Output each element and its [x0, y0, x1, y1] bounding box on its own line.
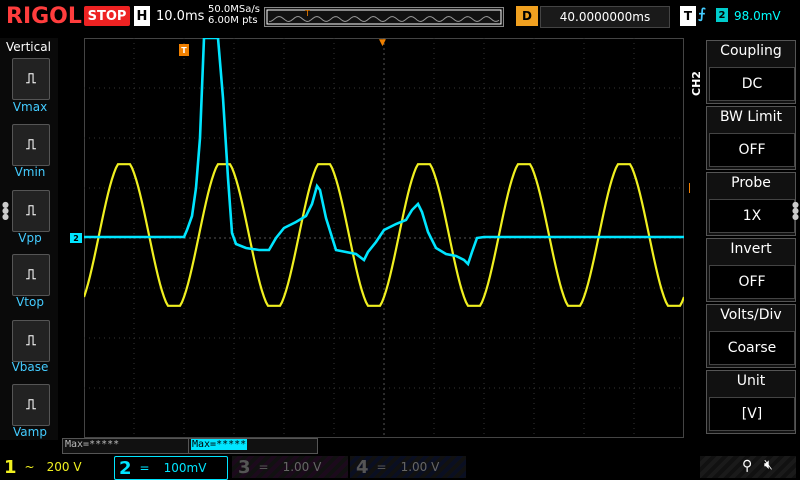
probe-title: Probe [731, 175, 771, 191]
vamp-button[interactable]: ⎍ [12, 384, 50, 426]
timebase-value[interactable]: 10.0ms [156, 9, 204, 24]
ch3-coupling-icon: = [258, 460, 269, 474]
volts-div-menu-item[interactable]: Volts/Div Coarse [706, 304, 796, 368]
rigol-logo: RIGOL [6, 4, 82, 29]
waveform-grid [84, 38, 684, 438]
unit-value: [V] [709, 397, 795, 431]
ch3-status[interactable]: 3 = 1.00 V [232, 456, 348, 478]
center-marker-icon: ▼ [379, 38, 386, 48]
delay-value[interactable]: 40.0000000ms [540, 6, 670, 28]
vmin-label: Vmin [14, 165, 46, 179]
vpp-icon: ⎍ [26, 203, 36, 219]
vbase-button[interactable]: ⎍ [12, 320, 50, 362]
unit-menu-item[interactable]: Unit ◀ [V] [706, 370, 796, 434]
coupling-menu-item[interactable]: Coupling ◀ DC [706, 40, 796, 104]
ac-coupling-icon: ~ [24, 460, 35, 474]
ch2-ground-marker[interactable]: 2 [70, 233, 82, 243]
ch2-number: 2 [119, 457, 132, 479]
timebase-label: H [134, 6, 150, 26]
dc-coupling-icon: = [139, 461, 150, 475]
trigger-source-badge[interactable]: 2 [716, 8, 728, 22]
bw-limit-menu-item[interactable]: BW Limit OFF [706, 106, 796, 170]
vpp-button[interactable]: ⎍ [12, 190, 50, 232]
measurement-result-2-text: Max=***** [191, 439, 248, 450]
unit-title: Unit [736, 373, 766, 389]
vmin-button[interactable]: ⎍ [12, 124, 50, 166]
ch4-number: 4 [356, 456, 369, 478]
measure-panel-title: Vertical [6, 40, 51, 54]
right-page-dots-icon: ● ● ● [792, 200, 799, 221]
sample-rate: 50.0MSa/s [208, 4, 260, 15]
volts-div-title: Volts/Div [720, 307, 782, 323]
ch2-status[interactable]: 2 = 100mV [114, 456, 228, 480]
delay-label: D [516, 6, 538, 26]
channel-menu-tag: CH2 [690, 71, 703, 96]
memory-waveform-icon: T [266, 9, 502, 25]
invert-menu-item[interactable]: Invert OFF [706, 238, 796, 302]
ch1-number: 1 [4, 456, 17, 478]
memory-overview-strip: T [264, 7, 504, 27]
coupling-value: DC [709, 67, 795, 101]
vamp-icon: ⎍ [26, 397, 36, 413]
vbase-label: Vbase [11, 360, 49, 374]
trigger-label: T [680, 6, 696, 26]
rising-edge-icon: ⨍ [698, 6, 706, 22]
measurement-result-2[interactable]: Max=***** [188, 438, 318, 454]
trigger-position-marker[interactable]: T [179, 44, 189, 56]
vtop-icon: ⎍ [26, 267, 36, 283]
ch2-scale: 100mV [163, 461, 207, 475]
vmax-icon: ⎍ [26, 71, 36, 87]
invert-title: Invert [730, 241, 772, 257]
menu-page-dots-icon: ● ● ● [2, 200, 9, 221]
ch2-waveform [84, 38, 684, 267]
vmax-label: Vmax [12, 100, 48, 114]
vpp-label: Vpp [18, 231, 42, 245]
vbase-icon: ⎍ [26, 333, 36, 349]
bw-limit-value: OFF [709, 133, 795, 167]
probe-value: 1X [709, 199, 795, 233]
ch4-status[interactable]: 4 = 1.00 V [350, 456, 466, 478]
run-stop-status[interactable]: STOP [84, 6, 130, 26]
ch3-scale: 1.00 V [282, 460, 322, 474]
waveform-display[interactable] [84, 38, 684, 438]
memory-trigger-marker: T [304, 9, 310, 18]
trigger-level-value[interactable]: 98.0mV [734, 9, 781, 23]
speaker-muted-icon[interactable]: 🔇︎ [764, 457, 773, 473]
memory-depth: 6.00M pts [208, 15, 258, 26]
vtop-button[interactable]: ⎍ [12, 254, 50, 296]
probe-menu-item[interactable]: Probe ◀ 1X [706, 172, 796, 236]
vmin-icon: ⎍ [26, 137, 36, 153]
bw-limit-title: BW Limit [719, 109, 783, 125]
vtop-label: Vtop [16, 295, 44, 309]
vmax-button[interactable]: ⎍ [12, 58, 50, 100]
coupling-title: Coupling [720, 43, 782, 59]
ch1-status[interactable]: 1 ~ 200 V [4, 456, 110, 478]
volts-div-value: Coarse [709, 331, 795, 365]
ch4-coupling-icon: = [376, 460, 387, 474]
measurement-result-1[interactable]: Max=***** [62, 438, 190, 454]
ch1-scale: 200 V [46, 460, 82, 474]
usb-icon: ⚲ [742, 458, 753, 474]
sample-rate-readout: 50.0MSa/s 6.00M pts [208, 4, 260, 26]
ch3-number: 3 [238, 456, 251, 478]
vamp-label: Vamp [13, 425, 47, 439]
ch4-scale: 1.00 V [400, 460, 440, 474]
invert-value: OFF [709, 265, 795, 299]
